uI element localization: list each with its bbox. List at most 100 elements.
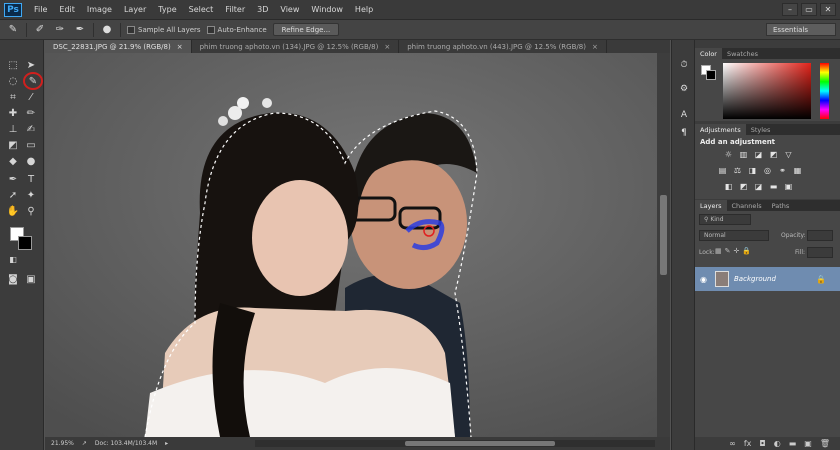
tab-adjustments[interactable]: Adjustments — [695, 124, 746, 135]
gradient-tool-icon[interactable]: ▭ — [24, 138, 38, 152]
zoom-level[interactable]: 21.95% — [51, 440, 74, 447]
menu-window[interactable]: Window — [305, 5, 349, 14]
menu-view[interactable]: View — [274, 5, 305, 14]
vertical-scrollbar[interactable] — [657, 53, 670, 437]
status-arrow-icon[interactable]: ▸ — [165, 440, 168, 447]
tab-channels[interactable]: Channels — [727, 200, 767, 211]
history-brush-icon[interactable]: ✍ — [24, 122, 38, 136]
tool-preset-quick-select-icon[interactable]: ✎ — [6, 23, 20, 37]
screen-mode-icon[interactable]: ▣ — [24, 272, 38, 286]
trash-icon[interactable]: 🗑 — [820, 439, 830, 448]
workspace-select[interactable]: Essentials — [766, 23, 836, 36]
vibrance-icon[interactable]: ▽ — [783, 150, 794, 159]
scroll-thumb[interactable] — [660, 195, 667, 275]
adjustment-layer-icon[interactable]: ◐ — [774, 439, 781, 448]
menu-filter[interactable]: Filter — [219, 5, 251, 14]
fill-field[interactable] — [807, 247, 833, 258]
color-picker-field[interactable] — [723, 63, 811, 119]
close-icon[interactable]: × — [384, 43, 390, 51]
tab-paths[interactable]: Paths — [767, 200, 795, 211]
brightness-icon[interactable]: ☼ — [723, 150, 734, 159]
lock-icons[interactable]: ▦✎✛🔒 — [715, 247, 754, 255]
levels-icon[interactable]: ▥ — [738, 150, 749, 159]
move-tool-icon[interactable]: ➤ — [24, 58, 38, 72]
fx-icon[interactable]: fx — [744, 439, 752, 448]
pen-tool-icon[interactable]: ✒ — [6, 172, 20, 186]
close-icon[interactable]: × — [592, 43, 598, 51]
black-white-icon[interactable]: ◨ — [747, 166, 758, 175]
selective-color-icon[interactable]: ▣ — [783, 182, 794, 191]
brush-size-icon[interactable]: ● — [100, 23, 114, 37]
exposure-icon[interactable]: ◩ — [768, 150, 779, 159]
photo-filter-icon[interactable]: ◎ — [762, 166, 773, 175]
menu-type[interactable]: Type — [152, 5, 182, 14]
group-icon[interactable]: ▬ — [789, 439, 797, 448]
visibility-eye-icon[interactable]: ◉ — [700, 275, 707, 284]
new-layer-icon[interactable]: ▣ — [804, 439, 812, 448]
minimize-button[interactable]: – — [782, 3, 798, 16]
menu-layer[interactable]: Layer — [118, 5, 152, 14]
sample-all-layers-checkbox[interactable]: Sample All Layers — [127, 25, 201, 34]
marquee-tool-icon[interactable]: ⬚ — [6, 58, 20, 72]
blur-tool-icon[interactable]: ◆ — [6, 154, 20, 168]
paragraph-panel-icon[interactable]: ¶ — [677, 126, 691, 140]
new-selection-icon[interactable]: ✐ — [33, 23, 47, 37]
character-panel-icon[interactable]: A — [677, 108, 691, 122]
clone-stamp-icon[interactable]: ⊥ — [6, 122, 20, 136]
properties-panel-icon[interactable]: ⚙ — [677, 82, 691, 96]
opacity-field[interactable] — [807, 230, 833, 241]
healing-brush-icon[interactable]: ✚ — [6, 106, 20, 120]
hand-tool-icon[interactable]: ✋ — [6, 204, 20, 218]
checkbox-box[interactable] — [206, 25, 215, 34]
auto-enhance-checkbox[interactable]: Auto-Enhance — [206, 25, 267, 34]
close-icon[interactable]: × — [177, 43, 183, 51]
curves-icon[interactable]: ◪ — [753, 150, 764, 159]
gradient-map-icon[interactable]: ▬ — [768, 182, 779, 191]
brush-tool-icon[interactable]: ✏ — [24, 106, 38, 120]
tab-color[interactable]: Color — [695, 48, 722, 59]
posterize-icon[interactable]: ◩ — [738, 182, 749, 191]
refine-edge-button[interactable]: Refine Edge... — [272, 23, 340, 36]
threshold-icon[interactable]: ◪ — [753, 182, 764, 191]
checkbox-box[interactable] — [127, 25, 135, 34]
dodge-tool-icon[interactable]: ● — [24, 154, 38, 168]
add-to-selection-icon[interactable]: ✑ — [53, 23, 67, 37]
doc-tab-active[interactable]: DSC_22831.JPG @ 21.9% (RGB/8) × — [45, 40, 192, 53]
type-tool-icon[interactable]: T — [24, 172, 38, 186]
menu-select[interactable]: Select — [183, 5, 220, 14]
link-layers-icon[interactable]: ∞ — [729, 439, 736, 448]
tab-layers[interactable]: Layers — [695, 200, 727, 211]
hue-saturation-icon[interactable]: ▤ — [717, 166, 728, 175]
color-balance-icon[interactable]: ⚖ — [732, 166, 743, 175]
tab-styles[interactable]: Styles — [746, 124, 776, 135]
close-button[interactable]: ✕ — [820, 3, 836, 16]
layer-row-background[interactable]: ◉ Background 🔒 — [695, 267, 840, 291]
layer-filter-select[interactable]: ⚲ Kind — [699, 214, 751, 225]
export-icon[interactable]: ↗ — [82, 440, 87, 447]
eraser-tool-icon[interactable]: ◩ — [6, 138, 20, 152]
tab-swatches[interactable]: Swatches — [722, 48, 763, 59]
color-bg-swatch[interactable] — [706, 70, 716, 80]
layer-name[interactable]: Background — [734, 275, 776, 283]
eyedropper-tool-icon[interactable]: ⁄ — [24, 90, 38, 104]
path-selection-icon[interactable]: ➚ — [6, 188, 20, 202]
default-colors-icon[interactable]: ◧ — [6, 252, 20, 266]
lasso-tool-icon[interactable]: ◌ — [6, 74, 20, 88]
history-panel-icon[interactable]: ⏱ — [677, 58, 691, 72]
blend-mode-select[interactable]: Normal — [699, 230, 769, 241]
menu-edit[interactable]: Edit — [53, 5, 81, 14]
quick-mask-icon[interactable]: ◙ — [6, 272, 20, 286]
menu-help[interactable]: Help — [349, 5, 379, 14]
hue-slider[interactable] — [820, 63, 829, 119]
maximize-button[interactable]: ▭ — [801, 3, 817, 16]
menu-3d[interactable]: 3D — [251, 5, 274, 14]
invert-icon[interactable]: ◧ — [723, 182, 734, 191]
color-lookup-icon[interactable]: ▦ — [792, 166, 803, 175]
scroll-thumb[interactable] — [405, 441, 555, 446]
shape-tool-icon[interactable]: ✦ — [24, 188, 38, 202]
background-color-swatch[interactable] — [18, 236, 32, 250]
zoom-tool-icon[interactable]: ⚲ — [24, 204, 38, 218]
menu-image[interactable]: Image — [81, 5, 118, 14]
doc-tab[interactable]: phim truong aphoto.vn (443).JPG @ 12.5% … — [399, 40, 607, 53]
menu-file[interactable]: File — [28, 5, 53, 14]
